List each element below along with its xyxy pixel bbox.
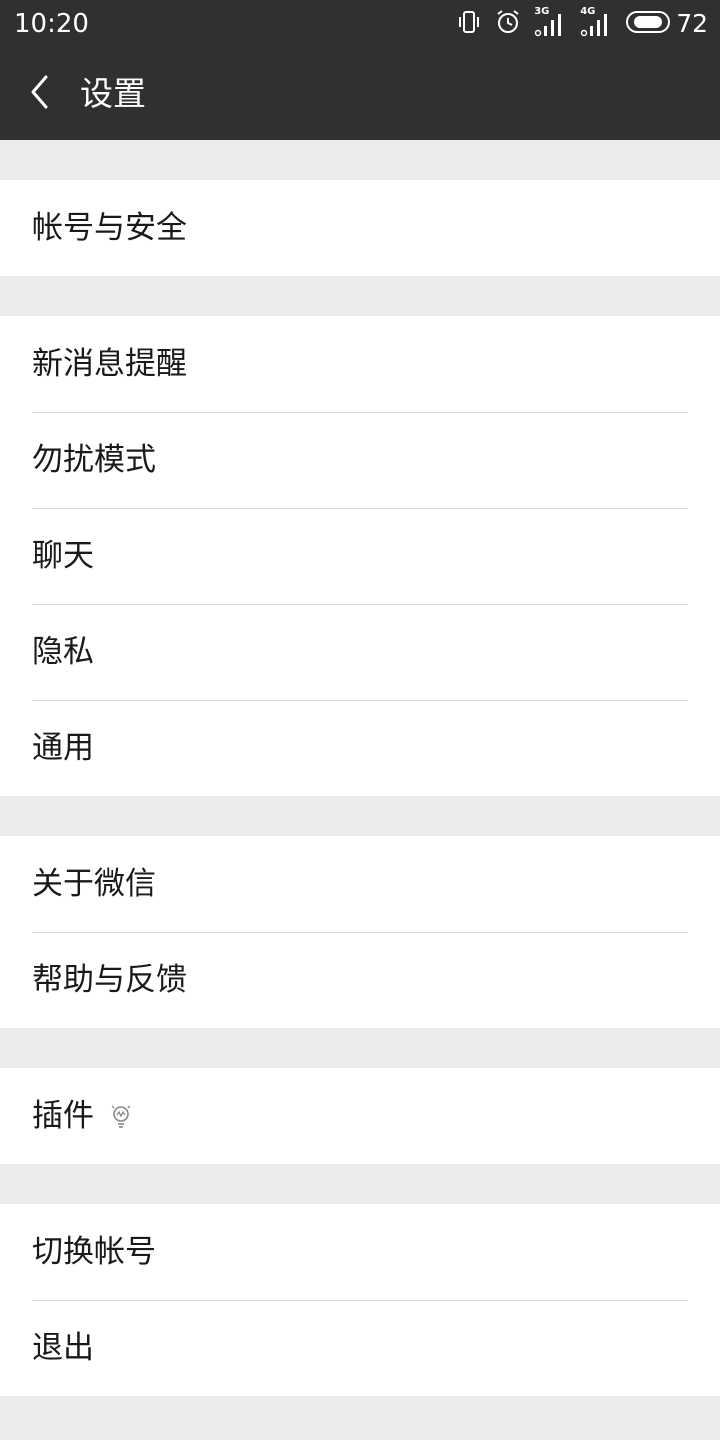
- battery-icon: [626, 10, 671, 38]
- battery-level: 72: [676, 9, 708, 38]
- signal-4g-icon: 4G: [580, 6, 614, 38]
- settings-item-label: 通用: [32, 730, 94, 766]
- settings-item-label: 新消息提醒: [32, 346, 187, 382]
- settings-item-label: 切换帐号: [32, 1234, 156, 1270]
- settings-item-plugins[interactable]: 插件: [0, 1068, 720, 1164]
- settings-item-general[interactable]: 通用: [0, 700, 720, 796]
- status-icons: 3G 4G 72: [444, 6, 708, 40]
- signal-3g-icon: 3G: [534, 6, 568, 38]
- settings-item-about[interactable]: 关于微信: [0, 836, 720, 932]
- settings-item-label: 帮助与反馈: [32, 962, 187, 998]
- settings-item-help-feedback[interactable]: 帮助与反馈: [0, 932, 720, 1028]
- settings-item-logout[interactable]: 退出: [0, 1300, 720, 1396]
- settings-group-account: 帐号与安全: [0, 180, 720, 276]
- settings-item-chat[interactable]: 聊天: [0, 508, 720, 604]
- vibrate-icon: [456, 9, 482, 39]
- alarm-icon: [494, 8, 522, 40]
- settings-item-label: 勿扰模式: [32, 442, 156, 478]
- settings-group-session: 切换帐号 退出: [0, 1204, 720, 1396]
- settings-group-plugins: 插件: [0, 1068, 720, 1164]
- status-time: 10:20: [14, 9, 89, 39]
- page-title: 设置: [80, 74, 146, 113]
- settings-item-label: 聊天: [32, 538, 94, 574]
- settings-item-label: 关于微信: [32, 866, 156, 902]
- settings-item-label: 隐私: [32, 634, 94, 670]
- lightbulb-icon: [108, 1101, 134, 1131]
- back-button[interactable]: [16, 70, 64, 118]
- chevron-left-icon: [28, 74, 52, 114]
- settings-item-privacy[interactable]: 隐私: [0, 604, 720, 700]
- settings-item-account-security[interactable]: 帐号与安全: [0, 180, 720, 276]
- settings-item-switch-account[interactable]: 切换帐号: [0, 1204, 720, 1300]
- settings-group-about: 关于微信 帮助与反馈: [0, 836, 720, 1028]
- status-bar: 10:20 3G 4G 72: [0, 0, 720, 48]
- settings-item-do-not-disturb[interactable]: 勿扰模式: [0, 412, 720, 508]
- settings-item-label: 插件: [32, 1098, 94, 1134]
- header: 设置: [0, 48, 720, 140]
- settings-item-label: 帐号与安全: [32, 210, 187, 246]
- settings-item-label: 退出: [32, 1330, 94, 1366]
- settings-item-notifications[interactable]: 新消息提醒: [0, 316, 720, 412]
- settings-group-main: 新消息提醒 勿扰模式 聊天 隐私 通用: [0, 316, 720, 796]
